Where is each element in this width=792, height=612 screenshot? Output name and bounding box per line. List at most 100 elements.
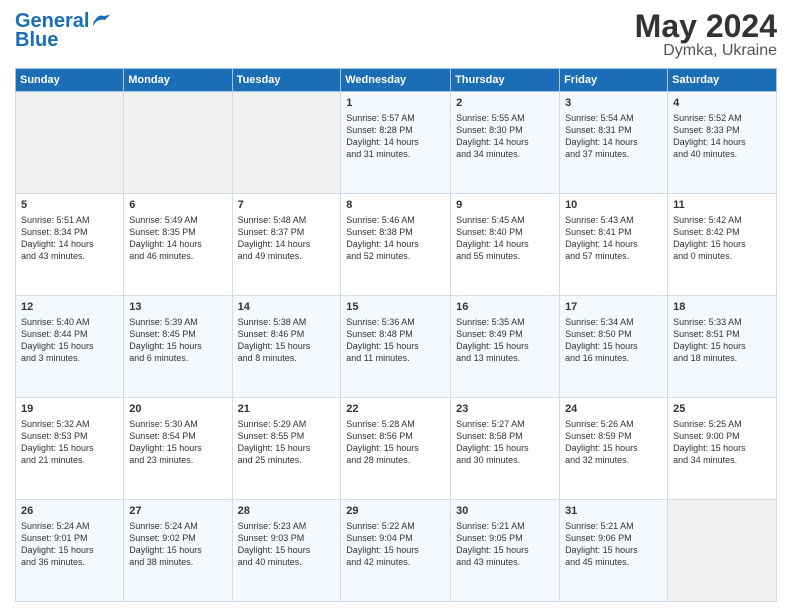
calendar-cell: 10 Sunrise: 5:43 AM Sunset: 8:41 PM Dayli… <box>560 194 668 296</box>
calendar-header-row: SundayMondayTuesdayWednesdayThursdayFrid… <box>16 69 777 92</box>
calendar-cell: 17 Sunrise: 5:34 AM Sunset: 8:50 PM Dayli… <box>560 296 668 398</box>
calendar-cell: 2 Sunrise: 5:55 AM Sunset: 8:30 PM Daylig… <box>451 92 560 194</box>
day-number: 17 <box>565 300 662 315</box>
day-number: 11 <box>673 198 771 213</box>
day-info: Sunrise: 5:40 AM Sunset: 8:44 PM Dayligh… <box>21 317 94 363</box>
day-info: Sunrise: 5:26 AM Sunset: 8:59 PM Dayligh… <box>565 419 638 465</box>
calendar-cell: 1Sunrise: 5:57 AM Sunset: 8:28 PM Daylig… <box>341 92 451 194</box>
calendar-cell: 31 Sunrise: 5:21 AM Sunset: 9:06 PM Dayli… <box>560 500 668 602</box>
calendar-cell: 22 Sunrise: 5:28 AM Sunset: 8:56 PM Dayli… <box>341 398 451 500</box>
calendar-cell: 30 Sunrise: 5:21 AM Sunset: 9:05 PM Dayli… <box>451 500 560 602</box>
day-info: Sunrise: 5:27 AM Sunset: 8:58 PM Dayligh… <box>456 419 529 465</box>
day-number: 20 <box>129 402 226 417</box>
day-info: Sunrise: 5:24 AM Sunset: 9:01 PM Dayligh… <box>21 521 94 567</box>
day-number: 23 <box>456 402 554 417</box>
day-number: 8 <box>346 198 445 213</box>
day-number: 19 <box>21 402 118 417</box>
day-info: Sunrise: 5:35 AM Sunset: 8:49 PM Dayligh… <box>456 317 529 363</box>
day-number: 10 <box>565 198 662 213</box>
day-info: Sunrise: 5:52 AM Sunset: 8:33 PM Dayligh… <box>673 113 746 159</box>
day-number: 27 <box>129 504 226 519</box>
day-info: Sunrise: 5:42 AM Sunset: 8:42 PM Dayligh… <box>673 215 746 261</box>
weekday-header-sunday: Sunday <box>16 69 124 92</box>
day-info: Sunrise: 5:36 AM Sunset: 8:48 PM Dayligh… <box>346 317 419 363</box>
day-number: 14 <box>238 300 336 315</box>
day-info: Sunrise: 5:28 AM Sunset: 8:56 PM Dayligh… <box>346 419 419 465</box>
day-number: 30 <box>456 504 554 519</box>
day-number: 3 <box>565 96 662 111</box>
day-info: Sunrise: 5:39 AM Sunset: 8:45 PM Dayligh… <box>129 317 202 363</box>
weekday-header-tuesday: Tuesday <box>232 69 341 92</box>
day-number: 13 <box>129 300 226 315</box>
day-info: Sunrise: 5:21 AM Sunset: 9:06 PM Dayligh… <box>565 521 638 567</box>
day-number: 25 <box>673 402 771 417</box>
day-number: 1 <box>346 96 445 111</box>
calendar-week-row: 5 Sunrise: 5:51 AM Sunset: 8:34 PM Daylig… <box>16 194 777 296</box>
calendar-cell: 5 Sunrise: 5:51 AM Sunset: 8:34 PM Daylig… <box>16 194 124 296</box>
day-number: 2 <box>456 96 554 111</box>
calendar-week-row: 19 Sunrise: 5:32 AM Sunset: 8:53 PM Dayli… <box>16 398 777 500</box>
day-number: 6 <box>129 198 226 213</box>
day-info: Sunrise: 5:25 AM Sunset: 9:00 PM Dayligh… <box>673 419 746 465</box>
day-info: Sunrise: 5:32 AM Sunset: 8:53 PM Dayligh… <box>21 419 94 465</box>
calendar-week-row: 12 Sunrise: 5:40 AM Sunset: 8:44 PM Dayli… <box>16 296 777 398</box>
calendar-body: 1Sunrise: 5:57 AM Sunset: 8:28 PM Daylig… <box>16 92 777 602</box>
calendar-cell: 21 Sunrise: 5:29 AM Sunset: 8:55 PM Dayli… <box>232 398 341 500</box>
day-number: 7 <box>238 198 336 213</box>
weekday-header-wednesday: Wednesday <box>341 69 451 92</box>
calendar-cell: 18 Sunrise: 5:33 AM Sunset: 8:51 PM Dayli… <box>668 296 777 398</box>
day-info: Sunrise: 5:34 AM Sunset: 8:50 PM Dayligh… <box>565 317 638 363</box>
calendar-cell: 19 Sunrise: 5:32 AM Sunset: 8:53 PM Dayli… <box>16 398 124 500</box>
page-header: General Blue May 2024 Dymka, Ukraine <box>15 10 777 60</box>
logo-bird-icon <box>91 12 111 32</box>
day-info: Sunrise: 5:38 AM Sunset: 8:46 PM Dayligh… <box>238 317 311 363</box>
logo: General Blue <box>15 10 111 51</box>
day-number: 12 <box>21 300 118 315</box>
calendar-cell: 25 Sunrise: 5:25 AM Sunset: 9:00 PM Dayli… <box>668 398 777 500</box>
calendar-cell: 28Sunrise: 5:23 AM Sunset: 9:03 PM Dayli… <box>232 500 341 602</box>
calendar-cell: 14 Sunrise: 5:38 AM Sunset: 8:46 PM Dayli… <box>232 296 341 398</box>
calendar-week-row: 1Sunrise: 5:57 AM Sunset: 8:28 PM Daylig… <box>16 92 777 194</box>
calendar-cell: 4Sunrise: 5:52 AM Sunset: 8:33 PM Daylig… <box>668 92 777 194</box>
day-info: Sunrise: 5:33 AM Sunset: 8:51 PM Dayligh… <box>673 317 746 363</box>
day-number: 16 <box>456 300 554 315</box>
day-info: Sunrise: 5:55 AM Sunset: 8:30 PM Dayligh… <box>456 113 529 159</box>
day-info: Sunrise: 5:22 AM Sunset: 9:04 PM Dayligh… <box>346 521 419 567</box>
calendar-cell: 11 Sunrise: 5:42 AM Sunset: 8:42 PM Dayli… <box>668 194 777 296</box>
weekday-header-monday: Monday <box>124 69 232 92</box>
day-info: Sunrise: 5:48 AM Sunset: 8:37 PM Dayligh… <box>238 215 311 261</box>
weekday-header-saturday: Saturday <box>668 69 777 92</box>
calendar-cell: 16 Sunrise: 5:35 AM Sunset: 8:49 PM Dayli… <box>451 296 560 398</box>
logo-blue: Blue <box>15 29 111 51</box>
day-number: 9 <box>456 198 554 213</box>
day-number: 26 <box>21 504 118 519</box>
month-title: May 2024 <box>635 10 777 42</box>
calendar-cell <box>16 92 124 194</box>
day-info: Sunrise: 5:21 AM Sunset: 9:05 PM Dayligh… <box>456 521 529 567</box>
weekday-header-friday: Friday <box>560 69 668 92</box>
calendar-cell: 26 Sunrise: 5:24 AM Sunset: 9:01 PM Dayli… <box>16 500 124 602</box>
day-number: 15 <box>346 300 445 315</box>
day-info: Sunrise: 5:23 AM Sunset: 9:03 PM Dayligh… <box>238 521 311 567</box>
day-info: Sunrise: 5:29 AM Sunset: 8:55 PM Dayligh… <box>238 419 311 465</box>
day-number: 31 <box>565 504 662 519</box>
day-number: 21 <box>238 402 336 417</box>
day-number: 5 <box>21 198 118 213</box>
calendar-cell: 20Sunrise: 5:30 AM Sunset: 8:54 PM Dayli… <box>124 398 232 500</box>
calendar-cell <box>124 92 232 194</box>
calendar-cell: 9 Sunrise: 5:45 AM Sunset: 8:40 PM Daylig… <box>451 194 560 296</box>
day-number: 18 <box>673 300 771 315</box>
day-info: Sunrise: 5:54 AM Sunset: 8:31 PM Dayligh… <box>565 113 638 159</box>
calendar-table: SundayMondayTuesdayWednesdayThursdayFrid… <box>15 68 777 602</box>
calendar-cell: 23 Sunrise: 5:27 AM Sunset: 8:58 PM Dayli… <box>451 398 560 500</box>
calendar-cell: 13 Sunrise: 5:39 AM Sunset: 8:45 PM Dayli… <box>124 296 232 398</box>
day-info: Sunrise: 5:51 AM Sunset: 8:34 PM Dayligh… <box>21 215 94 261</box>
calendar-cell: 29Sunrise: 5:22 AM Sunset: 9:04 PM Dayli… <box>341 500 451 602</box>
day-info: Sunrise: 5:46 AM Sunset: 8:38 PM Dayligh… <box>346 215 419 261</box>
day-info: Sunrise: 5:43 AM Sunset: 8:41 PM Dayligh… <box>565 215 638 261</box>
day-number: 22 <box>346 402 445 417</box>
calendar-cell: 12 Sunrise: 5:40 AM Sunset: 8:44 PM Dayli… <box>16 296 124 398</box>
calendar-cell: 8 Sunrise: 5:46 AM Sunset: 8:38 PM Daylig… <box>341 194 451 296</box>
location: Dymka, Ukraine <box>635 42 777 60</box>
day-info: Sunrise: 5:45 AM Sunset: 8:40 PM Dayligh… <box>456 215 529 261</box>
